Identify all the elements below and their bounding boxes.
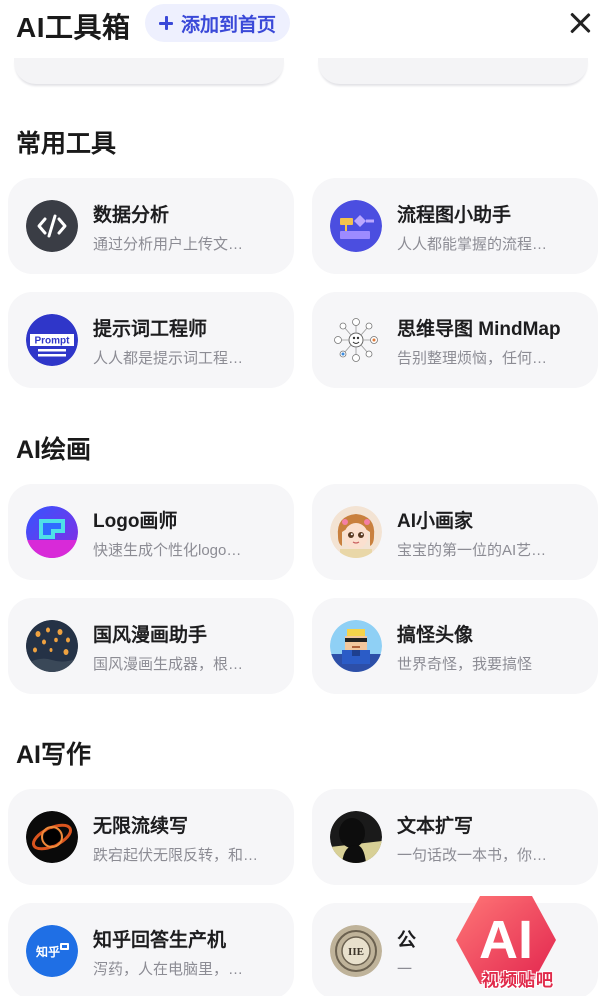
previous-card-right[interactable] [318, 58, 588, 84]
tool-description: 通过分析用户上传文… [93, 236, 244, 253]
page-title: AI工具箱 [16, 12, 131, 43]
tool-card-guofeng-comic[interactable]: 国风漫画助手 国风漫画生成器，根… [8, 598, 294, 694]
tool-card-infinite-continuation[interactable]: 无限流续写 跌宕起伏无限反转，和… [8, 789, 294, 885]
section-title-ai-painting: AI绘画 [16, 436, 92, 464]
flowchart-icon [330, 200, 382, 252]
prompt-icon: Prompt [26, 314, 78, 366]
tool-name: AI小画家 [397, 511, 474, 532]
svg-text:Prompt: Prompt [35, 336, 71, 347]
tool-name: 流程图小助手 [397, 205, 512, 226]
code-icon [26, 200, 78, 252]
tool-description: 快速生成个性化logo… [93, 542, 242, 559]
tool-description: 宝宝的第一位的AI艺… [397, 542, 547, 559]
section-title-ai-writing: AI写作 [16, 741, 92, 769]
add-to-home-label: 添加到首页 [181, 14, 277, 36]
tool-card-text-expansion[interactable]: 文本扩写 一句话改一本书，你… [312, 789, 598, 885]
silhouette-icon [330, 811, 382, 863]
header: AI工具箱 添加到首页 [0, 0, 608, 50]
tool-card-zhihu-answer[interactable]: 知乎 知乎回答生产机 泻药，人在电脑里，… [8, 903, 294, 996]
tool-name: 提示词工程师 [93, 319, 208, 340]
mindmap-icon [330, 314, 382, 366]
tool-card-prompt-engineer[interactable]: Prompt 提示词工程师 人人都是提示词工程… [8, 292, 294, 388]
tool-description: 人人都能掌握的流程… [397, 236, 548, 253]
tool-card-funny-avatar[interactable]: 搞怪头像 世界奇怪，我要搞怪 [312, 598, 598, 694]
tool-description: 泻药，人在电脑里，… [93, 961, 244, 978]
zhihu-icon: 知乎 [26, 925, 78, 977]
tool-name: Logo画师 [93, 511, 178, 532]
tool-name: 思维导图 MindMap [397, 319, 561, 340]
black-hole-icon [26, 811, 78, 863]
previous-card-left[interactable] [14, 58, 284, 84]
watermark-caption: 视频贴吧 [482, 971, 554, 990]
plus-icon [159, 16, 173, 30]
logo-painter-icon [26, 506, 78, 558]
tool-card-logo-painter[interactable]: Logo画师 快速生成个性化logo… [8, 484, 294, 580]
tool-card-flowchart[interactable]: 流程图小助手 人人都能掌握的流程… [312, 178, 598, 274]
watermark-logo: AI 视频贴吧 [420, 890, 590, 996]
tool-description: 世界奇怪，我要搞怪 [397, 656, 533, 673]
svg-text:知乎: 知乎 [35, 944, 60, 959]
tool-name: 无限流续写 [93, 816, 189, 837]
tool-description: 人人都是提示词工程… [93, 350, 244, 367]
tool-card-little-painter[interactable]: AI小画家 宝宝的第一位的AI艺… [312, 484, 598, 580]
tool-description: 国风漫画生成器，根… [93, 656, 244, 673]
close-button[interactable] [563, 6, 597, 40]
section-title-common-tools: 常用工具 [16, 130, 117, 158]
pixel-avatar-icon [330, 620, 382, 672]
tool-name: 国风漫画助手 [93, 625, 208, 646]
close-icon [568, 11, 592, 35]
little-painter-avatar [330, 506, 382, 558]
tool-card-data-analysis[interactable]: 数据分析 通过分析用户上传文… [8, 178, 294, 274]
tool-card-mindmap[interactable]: 思维导图 MindMap 告别整理烦恼，任何… [312, 292, 598, 388]
tool-name: 数据分析 [93, 205, 170, 226]
seal-icon: IIE [330, 925, 382, 977]
tool-description: 一句话改一本书，你… [397, 847, 548, 864]
tool-description: 跌宕起伏无限反转，和… [93, 847, 259, 864]
svg-text:AI: AI [479, 910, 533, 970]
add-to-home-button[interactable]: 添加到首页 [145, 4, 291, 42]
tool-name: 搞怪头像 [397, 625, 474, 646]
tool-description: 告别整理烦恼，任何… [397, 350, 548, 367]
tool-name: 文本扩写 [397, 816, 474, 837]
lantern-night-icon [26, 620, 78, 672]
tool-name: 公 [397, 930, 417, 951]
tool-name: 知乎回答生产机 [93, 930, 227, 951]
svg-text:IIE: IIE [348, 946, 364, 958]
